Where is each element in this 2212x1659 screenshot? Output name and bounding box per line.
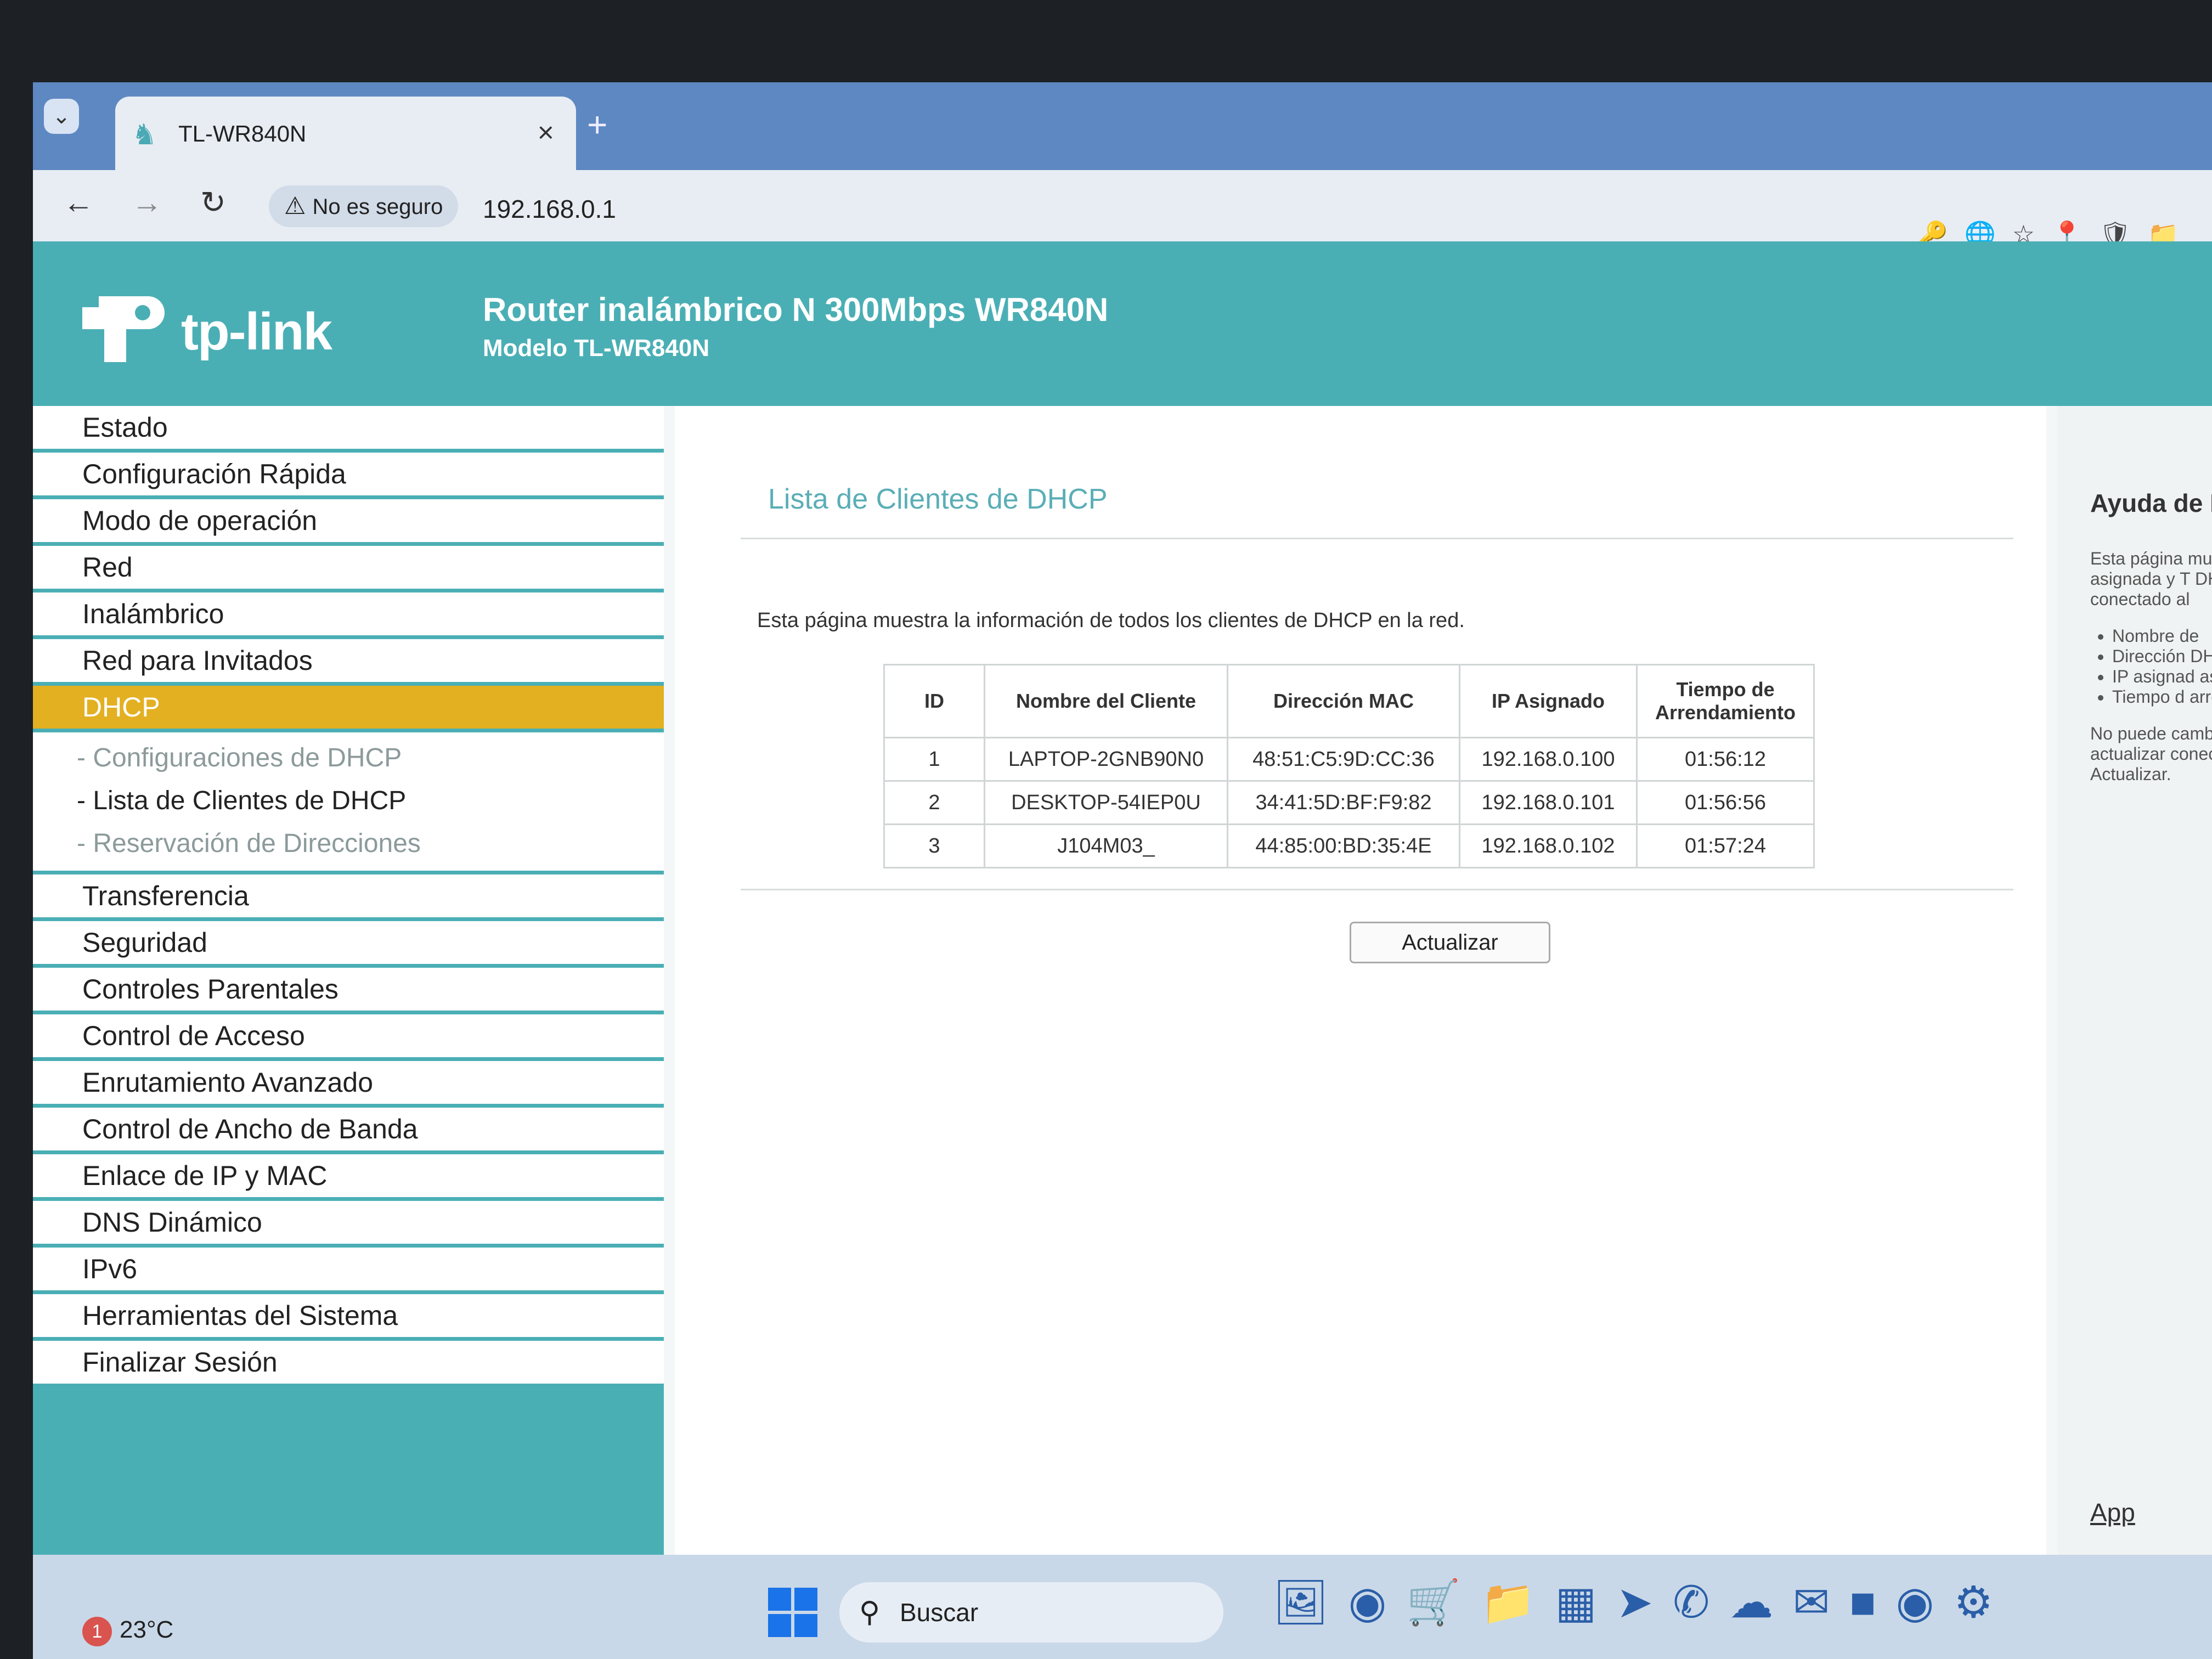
model-label: Modelo TL-WR840N [483,335,710,362]
sidebar-item-red-invitados[interactable]: Red para Invitados [33,639,664,686]
dhcp-submenu: - Configuraciones de DHCP - Lista de Cli… [33,732,664,874]
sidebar-item-control-acceso[interactable]: Control de Acceso [33,1014,664,1061]
page-title: Router inalámbrico N 300Mbps WR840N [483,291,1109,328]
cell-client-name: LAPTOP-2GNB90N0 [984,737,1228,782]
help-panel: Ayuda de Lista Esta página muestra IP as… [2057,406,2212,1659]
column-header-client-name: Nombre del Cliente [984,664,1228,738]
weather-widget[interactable]: 1 23°C [82,1616,173,1646]
logo-text: tp-link [181,302,332,361]
new-tab-button[interactable]: + [587,104,607,145]
submenu-item-lista-clientes-dhcp[interactable]: - Lista de Clientes de DHCP [33,780,664,822]
browser-toolbar: ← → ↻ ⚠ No es seguro 192.168.0.1 🔑🌐☆📍🛡📁 [33,170,2212,249]
column-header-id: ID [883,664,985,738]
refresh-button[interactable]: Actualizar [1350,922,1550,963]
column-header-lease-time: Tiempo de Arrendamiento [1636,664,1815,738]
sidebar-item-dns-dinamico[interactable]: DNS Dinámico [33,1201,664,1248]
sidebar-item-inalambrico[interactable]: Inalámbrico [33,592,664,639]
title-divider [741,538,2013,539]
sidebar-item-dhcp[interactable]: DHCP [33,686,664,732]
cell-mac: 48:51:C5:9D:CC:36 [1227,737,1460,782]
tplink-logo-icon [82,296,165,362]
cell-ip: 192.168.0.101 [1459,780,1638,825]
dhcp-clients-table: ID Nombre del Cliente Dirección MAC IP A… [883,664,1815,868]
taskbar: 1 23°C ⚲ Buscar 🖼◉🛒📁▦➤✆☁✉■◉⚙ [33,1555,2212,1659]
table-header-row: ID Nombre del Cliente Dirección MAC IP A… [883,664,1815,738]
temperature-label: 23°C [120,1616,174,1643]
submenu-item-configuraciones-dhcp[interactable]: - Configuraciones de DHCP [33,737,664,780]
sidebar-item-seguridad[interactable]: Seguridad [33,921,664,968]
help-bullet: Nombre de [2112,626,2212,646]
browser-window: ⌄ ♞ TL-WR840N × + ← → ↻ ⚠ No es seguro 19… [33,82,2212,1659]
warning-icon: ⚠ [284,193,306,219]
security-indicator[interactable]: ⚠ No es seguro [269,185,459,227]
taskbar-search[interactable]: ⚲ Buscar [839,1582,1223,1643]
windows-start-icon[interactable] [768,1588,817,1637]
taskbar-app-icons[interactable]: 🖼◉🛒📁▦➤✆☁✉■◉⚙ [1273,1577,2013,1628]
help-text: Esta página muestra IP asignada y T DHCP… [2090,549,2212,785]
app-link[interactable]: App [2090,1498,2135,1527]
forward-button[interactable]: → [132,184,162,220]
sidebar-item-herramientas-sistema[interactable]: Herramientas del Sistema [33,1294,664,1341]
table-divider [741,889,2013,890]
content-description: Esta página muestra la información de to… [757,609,1465,632]
content-title: Lista de Clientes de DHCP [768,483,1108,515]
help-intro: Esta página muestra IP asignada y T DHCP… [2090,549,2212,609]
router-page: tp-link Router inalámbrico N 300Mbps WR8… [33,241,2212,1659]
help-title: Ayuda de Lista [2090,489,2212,517]
table-row: 3 J104M03_ 44:85:00:BD:35:4E 192.168.0.1… [883,823,1815,868]
help-note: No puede cambi Para actualizar conectado… [2090,724,2212,784]
column-header-mac: Dirección MAC [1227,664,1460,738]
sidebar-item-ipv6[interactable]: IPv6 [33,1248,664,1294]
cell-ip: 192.168.0.100 [1459,737,1638,782]
tab-search-chevron-icon[interactable]: ⌄ [44,99,79,134]
security-label: No es seguro [312,195,443,219]
sidebar-item-enlace-ip-mac[interactable]: Enlace de IP y MAC [33,1154,664,1201]
weather-badge: 1 [82,1617,112,1646]
address-bar[interactable]: 192.168.0.1 [483,194,616,224]
cell-ip: 192.168.0.102 [1459,823,1638,868]
tplink-favicon-icon: ♞ [132,119,157,151]
cell-mac: 34:41:5D:BF:F9:82 [1227,780,1460,825]
sidebar-item-configuracion-rapida[interactable]: Configuración Rápida [33,453,664,499]
cell-id: 2 [883,780,985,825]
help-bullet: Dirección DHCP. [2112,646,2212,667]
browser-tab[interactable]: ♞ TL-WR840N × [115,97,576,170]
cell-lease-time: 01:57:24 [1636,823,1815,868]
sidebar-item-controles-parentales[interactable]: Controles Parentales [33,968,664,1014]
back-button[interactable]: ← [63,184,94,220]
cell-lease-time: 01:56:12 [1636,737,1815,782]
table-row: 2 DESKTOP-54IEP0U 34:41:5D:BF:F9:82 192.… [883,780,1815,825]
main-content: Lista de Clientes de DHCP Esta página mu… [675,406,2046,1659]
cell-client-name: J104M03_ [984,823,1228,868]
search-icon: ⚲ [859,1596,881,1628]
search-label: Buscar [900,1598,979,1627]
sidebar: Estado Configuración Rápida Modo de oper… [33,406,664,1659]
help-bullet: IP asignad asignado a [2112,667,2212,687]
page-header: tp-link Router inalámbrico N 300Mbps WR8… [33,241,2212,406]
sidebar-item-finalizar-sesion[interactable]: Finalizar Sesión [33,1341,664,1387]
cell-id: 1 [883,737,985,782]
table-row: 1 LAPTOP-2GNB90N0 48:51:C5:9D:CC:36 192.… [883,737,1815,782]
sidebar-item-control-ancho-banda[interactable]: Control de Ancho de Banda [33,1108,664,1154]
column-header-ip: IP Asignado [1459,664,1638,738]
reload-button[interactable]: ↻ [200,184,226,221]
cell-client-name: DESKTOP-54IEP0U [984,780,1228,825]
tab-close-icon[interactable]: × [538,116,554,149]
cell-mac: 44:85:00:BD:35:4E [1227,823,1460,868]
sidebar-item-red[interactable]: Red [33,546,664,592]
cell-id: 3 [883,823,985,868]
sidebar-item-modo-operacion[interactable]: Modo de operación [33,499,664,546]
sidebar-item-transferencia[interactable]: Transferencia [33,874,664,921]
tab-bar: ⌄ ♞ TL-WR840N × + [33,82,2212,170]
sidebar-item-estado[interactable]: Estado [33,406,664,453]
submenu-item-reservacion-direcciones[interactable]: - Reservación de Direcciones [33,822,664,865]
cell-lease-time: 01:56:56 [1636,780,1815,825]
sidebar-item-enrutamiento-avanzado[interactable]: Enrutamiento Avanzado [33,1061,664,1108]
help-bullet: Tiempo d arrendado [2112,687,2212,707]
tab-title: TL-WR840N [178,121,307,146]
